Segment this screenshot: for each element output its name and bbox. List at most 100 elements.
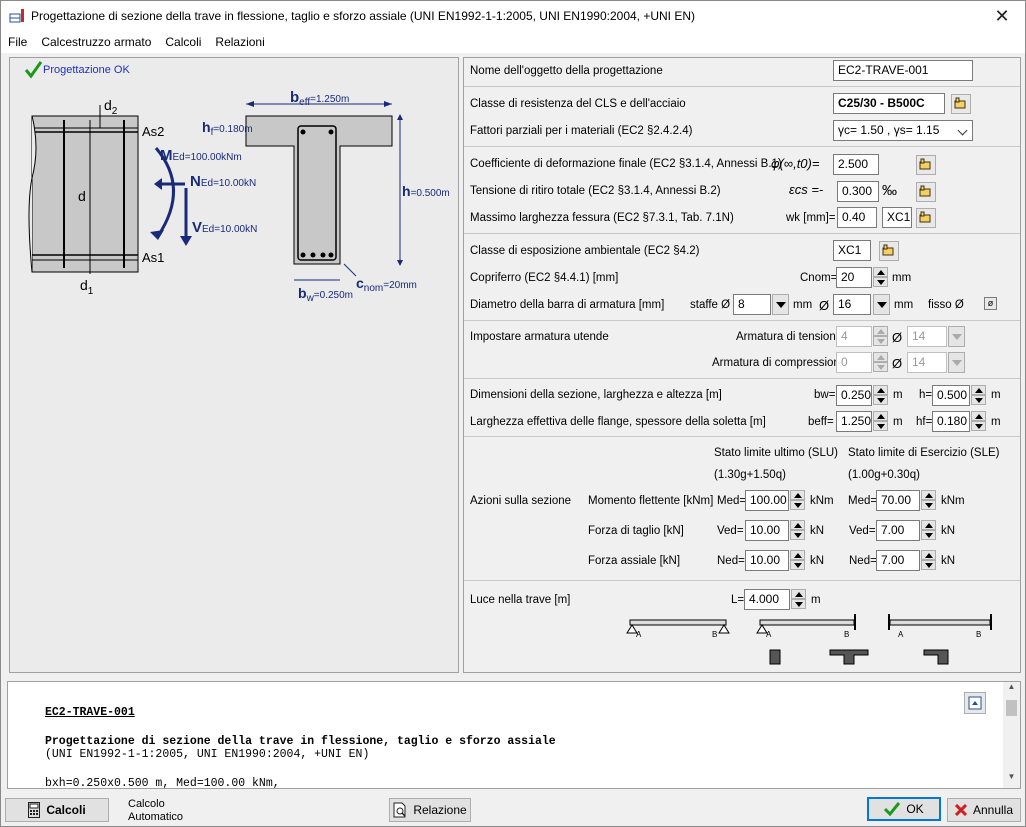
scroll-thumb[interactable] xyxy=(1006,700,1017,716)
ved-slu-unit: kN xyxy=(810,525,825,537)
menu-calcoli[interactable]: Calcoli xyxy=(158,35,208,49)
bw-spinner[interactable] xyxy=(873,385,888,406)
rect-section-icon[interactable] xyxy=(769,649,781,665)
span-input[interactable]: 4.000 xyxy=(744,589,790,610)
span-spinner[interactable] xyxy=(791,589,806,610)
expand-report-button[interactable] xyxy=(964,692,986,714)
hand-pointer-icon[interactable] xyxy=(951,94,971,114)
calc-button[interactable]: Calcoli xyxy=(5,798,109,822)
creep-symbol: φ(∞,t0)= xyxy=(771,156,820,171)
report-heading: Progettazione di sezione della trave in … xyxy=(45,735,556,748)
close-button[interactable]: ✕ xyxy=(979,1,1025,31)
fixed-checkbox[interactable]: ø xyxy=(984,297,997,310)
ved-slu-input[interactable]: 10.00 xyxy=(745,520,789,541)
scroll-up-icon[interactable]: ▲ xyxy=(1003,682,1020,698)
ok-button[interactable]: OK xyxy=(867,797,941,821)
hand-pointer-icon[interactable] xyxy=(916,182,936,202)
ved-sle-symbol: Ved= xyxy=(849,525,876,537)
svg-text:B: B xyxy=(712,630,717,639)
ved-slu-symbol: Ved= xyxy=(717,525,744,537)
cover-spinner[interactable] xyxy=(873,267,888,288)
hf-input[interactable]: 0.180 xyxy=(932,411,970,432)
report-button[interactable]: Relazione xyxy=(389,798,471,822)
hand-pointer-icon[interactable] xyxy=(916,208,936,228)
fixed-fixed-beam-icon[interactable]: AB xyxy=(888,614,992,639)
shrink-input[interactable]: 0.300 xyxy=(837,181,879,202)
label-h: h=0.500m xyxy=(402,183,450,199)
flange-label: Larghezza effettiva delle flange, spesso… xyxy=(470,416,766,428)
cancel-button[interactable]: Annulla xyxy=(947,798,1021,822)
report-preview[interactable]: EC2-TRAVE-001 Progettazione di sezione d… xyxy=(7,681,1021,790)
tension-count-input[interactable]: 4 xyxy=(836,326,872,347)
tension-phi: Ø xyxy=(892,330,903,345)
l-section-icon[interactable] xyxy=(923,649,949,665)
svg-text:B: B xyxy=(844,630,849,639)
t-section-icon[interactable] xyxy=(829,649,869,665)
creep-input[interactable]: 2.500 xyxy=(833,154,879,175)
slu-title: Stato limite ultimo (SLU) xyxy=(714,447,838,459)
hf-unit: m xyxy=(991,416,1001,428)
ned-slu-input[interactable]: 10.00 xyxy=(745,550,789,571)
exposure-field[interactable]: XC1 xyxy=(833,240,871,261)
auto-calc-line1: Calcolo xyxy=(128,798,165,810)
h-spinner[interactable] xyxy=(971,385,986,406)
ned-sle-input[interactable]: 7.00 xyxy=(876,550,920,571)
cover-input[interactable]: 20 xyxy=(836,267,872,288)
med-sle-input[interactable]: 70.00 xyxy=(876,490,920,511)
simply-supported-beam-icon[interactable]: AB xyxy=(626,619,730,639)
compression-count-input[interactable]: 0 xyxy=(836,352,872,373)
tension-dia-select[interactable]: 14 xyxy=(907,326,947,347)
med-slu-symbol: Med= xyxy=(717,495,747,507)
hand-pointer-icon[interactable] xyxy=(916,155,936,175)
class-field[interactable]: C25/30 - B500C xyxy=(833,93,945,114)
menu-file[interactable]: File xyxy=(1,35,34,49)
tension-spinner[interactable] xyxy=(873,326,888,347)
label-d2: d2 xyxy=(104,97,118,117)
span-unit: m xyxy=(811,594,821,606)
tension-dropdown[interactable] xyxy=(948,326,965,347)
section-drawing: Progettazione OK d2 d d1 As2 As1 MEd=100… xyxy=(24,61,450,304)
hf-symbol: hf= xyxy=(916,416,933,428)
stirrups-dropdown[interactable] xyxy=(772,294,789,315)
med-slu-spinner[interactable] xyxy=(790,490,805,511)
shrink-label: Tensione di ritiro totale (EC2 §3.1.4, A… xyxy=(470,185,721,197)
span-label: Luce nella trave [m] xyxy=(470,594,571,606)
menu-relazioni[interactable]: Relazioni xyxy=(208,35,271,49)
ved-sle-input[interactable]: 7.00 xyxy=(876,520,920,541)
med-slu-input[interactable]: 100.00 xyxy=(745,490,789,511)
compression-dia-select[interactable]: 14 xyxy=(907,352,947,373)
med-sle-spinner[interactable] xyxy=(921,490,936,511)
ved-slu-spinner[interactable] xyxy=(790,520,805,541)
stirrups-select[interactable]: 8 xyxy=(733,294,771,315)
creep-label: Coefficiente di deformazione finale (EC2… xyxy=(470,158,782,170)
crack-input[interactable]: 0.40 xyxy=(837,207,877,228)
compression-label: Armatura di compressione xyxy=(712,357,847,369)
fixed-pinned-beam-icon[interactable]: AB xyxy=(756,614,856,639)
hand-pointer-icon[interactable] xyxy=(879,241,899,261)
label-d: d xyxy=(78,188,86,204)
report-scrollbar[interactable]: ▲ ▼ xyxy=(1003,682,1020,788)
med-sle-unit: kNm xyxy=(941,495,965,507)
bw-input[interactable]: 0.250 xyxy=(836,385,872,406)
ned-sle-spinner[interactable] xyxy=(921,550,936,571)
scroll-down-icon[interactable]: ▼ xyxy=(1003,772,1020,788)
compression-spinner[interactable] xyxy=(873,352,888,373)
name-input[interactable]: EC2-TRAVE-001 xyxy=(833,60,973,81)
bw-symbol: bw= xyxy=(814,389,836,401)
ned-slu-spinner[interactable] xyxy=(790,550,805,571)
ved-sle-spinner[interactable] xyxy=(921,520,936,541)
h-input[interactable]: 0.500 xyxy=(932,385,970,406)
beff-input[interactable]: 1.250 xyxy=(836,411,872,432)
section-divider xyxy=(464,378,1020,379)
label-ned: NEd=10.00kN xyxy=(190,173,256,190)
factors-select[interactable]: γc= 1.50 , γs= 1.15 xyxy=(833,120,973,141)
stirrups-unit: mm xyxy=(793,299,813,311)
bar-select[interactable]: 16 xyxy=(833,294,871,315)
compression-dropdown[interactable] xyxy=(948,352,965,373)
hf-spinner[interactable] xyxy=(971,411,986,432)
bar-dropdown[interactable] xyxy=(873,294,890,315)
span-symbol: L= xyxy=(731,594,745,606)
menu-calcestruzzo[interactable]: Calcestruzzo armato xyxy=(34,35,158,49)
bar-unit: mm xyxy=(894,299,914,311)
beff-spinner[interactable] xyxy=(873,411,888,432)
